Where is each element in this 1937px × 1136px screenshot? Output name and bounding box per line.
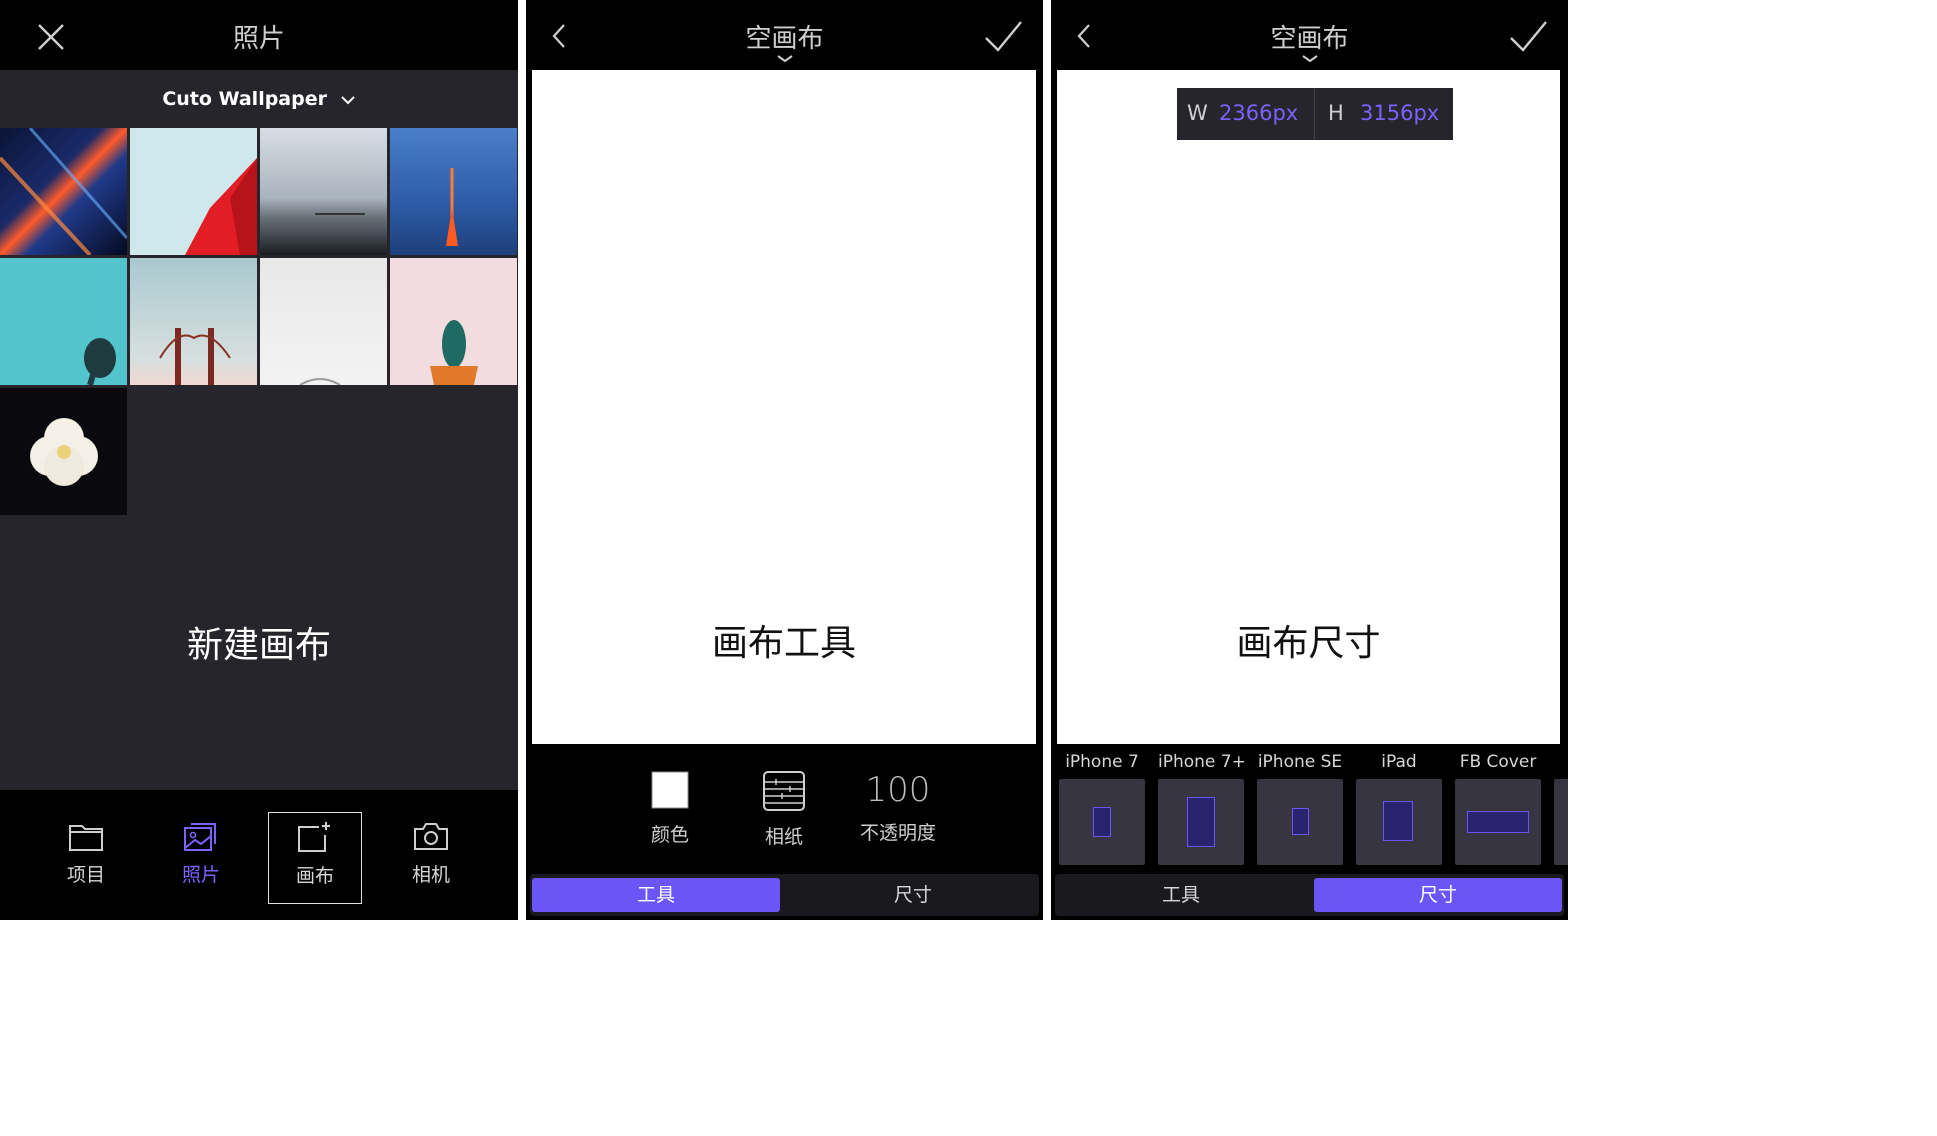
- photo-grid: [0, 128, 518, 516]
- preset-iphone-7[interactable]: iPhone 7: [1059, 752, 1145, 865]
- chevron-down-icon[interactable]: [1300, 54, 1320, 64]
- header: 空画布: [1051, 0, 1568, 70]
- height-label: H: [1328, 101, 1344, 125]
- tool-label: 颜色: [650, 824, 689, 846]
- photo-thumbnail[interactable]: [0, 128, 127, 255]
- color-swatch-icon: [651, 771, 689, 809]
- preset-fb-cover[interactable]: FB Cover: [1455, 752, 1541, 865]
- tab-canvas[interactable]: 画布: [268, 812, 362, 904]
- tab-size[interactable]: 尺寸: [1314, 878, 1562, 912]
- album-selector-bar: Cuto Wallpaper: [0, 70, 518, 128]
- width-value: 2366: [1219, 101, 1273, 125]
- preset-label: iPhone 7+: [1158, 752, 1246, 772]
- photo-thumbnail[interactable]: [390, 128, 517, 255]
- tool-label: 相纸: [764, 826, 803, 848]
- header: 照片: [0, 0, 518, 70]
- width-label: W: [1187, 101, 1208, 125]
- preset-iphone-7-plus[interactable]: iPhone 7+: [1158, 752, 1246, 865]
- preset-label: FB Cover: [1459, 752, 1537, 772]
- preset-thumbnail: [1455, 779, 1541, 865]
- width-unit: px: [1272, 101, 1299, 125]
- canvas-size-panel: 空画布 W 2366px H 3156px 画布尺寸 iPhone 7 iPho…: [1051, 0, 1568, 920]
- mode-segmented-control: 工具 尺寸: [530, 874, 1039, 916]
- caption: 画布尺寸: [1236, 623, 1381, 664]
- tab-projects[interactable]: 项目: [40, 812, 132, 902]
- photos-panel: 照片 Cuto Wallpaper 新建画布 项目 照片 画布 相机: [0, 0, 518, 920]
- preset-thumbnail: [1059, 779, 1145, 865]
- preset-more[interactable]: F: [1554, 752, 1568, 865]
- photos-icon: [184, 823, 216, 851]
- preset-thumbnail: [1554, 779, 1568, 865]
- photo-thumbnail[interactable]: [0, 388, 127, 515]
- page-title: 空画布: [745, 24, 824, 54]
- tab-tools[interactable]: 工具: [532, 878, 780, 912]
- preset-thumbnail: [1158, 779, 1244, 865]
- caption-area: 新建画布: [0, 516, 518, 790]
- tab-photos[interactable]: 照片: [155, 812, 247, 902]
- tab-label: 照片: [181, 864, 220, 886]
- mode-segmented-control: 工具 尺寸: [1055, 874, 1564, 916]
- opacity-tool[interactable]: 100 不透明度: [848, 770, 948, 845]
- chevron-down-icon[interactable]: [775, 54, 795, 64]
- preset-label: iPhone SE: [1257, 752, 1343, 772]
- confirm-check-icon[interactable]: [983, 18, 1027, 54]
- height-value: 3156: [1360, 101, 1414, 125]
- album-name: Cuto Wallpaper: [162, 88, 327, 110]
- page-title: 空画布: [1270, 24, 1349, 54]
- tab-size[interactable]: 尺寸: [789, 878, 1037, 912]
- tool-label: 不透明度: [859, 822, 936, 844]
- tab-label: 项目: [66, 864, 105, 886]
- preset-iphone-se[interactable]: iPhone SE: [1257, 752, 1343, 865]
- preset-label: iPad: [1381, 752, 1417, 772]
- confirm-check-icon[interactable]: [1508, 18, 1552, 54]
- photo-thumbnail[interactable]: [260, 258, 387, 385]
- folder-icon: [69, 825, 103, 851]
- caption: 画布工具: [711, 623, 856, 664]
- tool-bar: 颜色 相纸 100 不透明度: [526, 744, 1043, 874]
- size-presets: iPhone 7 iPhone 7+ iPhone SE iPad FB Cov…: [1051, 744, 1568, 874]
- blank-canvas[interactable]: 画布工具: [532, 70, 1036, 744]
- caption: 新建画布: [186, 625, 331, 666]
- blank-canvas[interactable]: W 2366px H 3156px 画布尺寸: [1057, 70, 1560, 744]
- tab-camera[interactable]: 相机: [385, 812, 477, 902]
- photo-thumbnail[interactable]: [130, 258, 257, 385]
- photo-thumbnail[interactable]: [0, 258, 127, 385]
- preset-thumbnail: [1356, 779, 1442, 865]
- tab-tools[interactable]: 工具: [1057, 878, 1305, 912]
- album-selector[interactable]: Cuto Wallpaper: [162, 88, 355, 110]
- tab-label: 画布: [295, 865, 334, 887]
- photo-thumbnail[interactable]: [390, 258, 517, 385]
- photo-thumbnail[interactable]: [260, 128, 387, 255]
- preset-label: iPhone 7: [1065, 752, 1139, 772]
- chevron-down-icon: [340, 95, 355, 104]
- new-canvas-icon: [298, 822, 330, 852]
- width-field[interactable]: 2366px: [1219, 101, 1298, 125]
- preset-ipad[interactable]: iPad: [1356, 752, 1442, 865]
- color-tool[interactable]: 颜色: [620, 770, 720, 847]
- bottom-tab-bar: 项目 照片 画布 相机: [0, 790, 518, 920]
- divider: [1314, 88, 1315, 140]
- height-field[interactable]: 3156px: [1360, 101, 1439, 125]
- page-title: 照片: [232, 24, 285, 54]
- paper-icon: [763, 771, 805, 811]
- canvas-tools-panel: 空画布 画布工具 颜色 相纸 100 不透明度 工具 尺寸: [526, 0, 1043, 920]
- height-unit: px: [1413, 101, 1440, 125]
- header: 空画布: [526, 0, 1043, 70]
- photo-thumbnail[interactable]: [130, 128, 257, 255]
- camera-icon: [414, 823, 448, 850]
- dimension-inputs: W 2366px H 3156px: [1177, 88, 1453, 140]
- preset-thumbnail: [1257, 779, 1343, 865]
- paper-tool[interactable]: 相纸: [734, 770, 834, 849]
- tab-label: 相机: [411, 864, 450, 886]
- preset-label: F: [1554, 752, 1568, 776]
- opacity-value: 100: [865, 770, 931, 810]
